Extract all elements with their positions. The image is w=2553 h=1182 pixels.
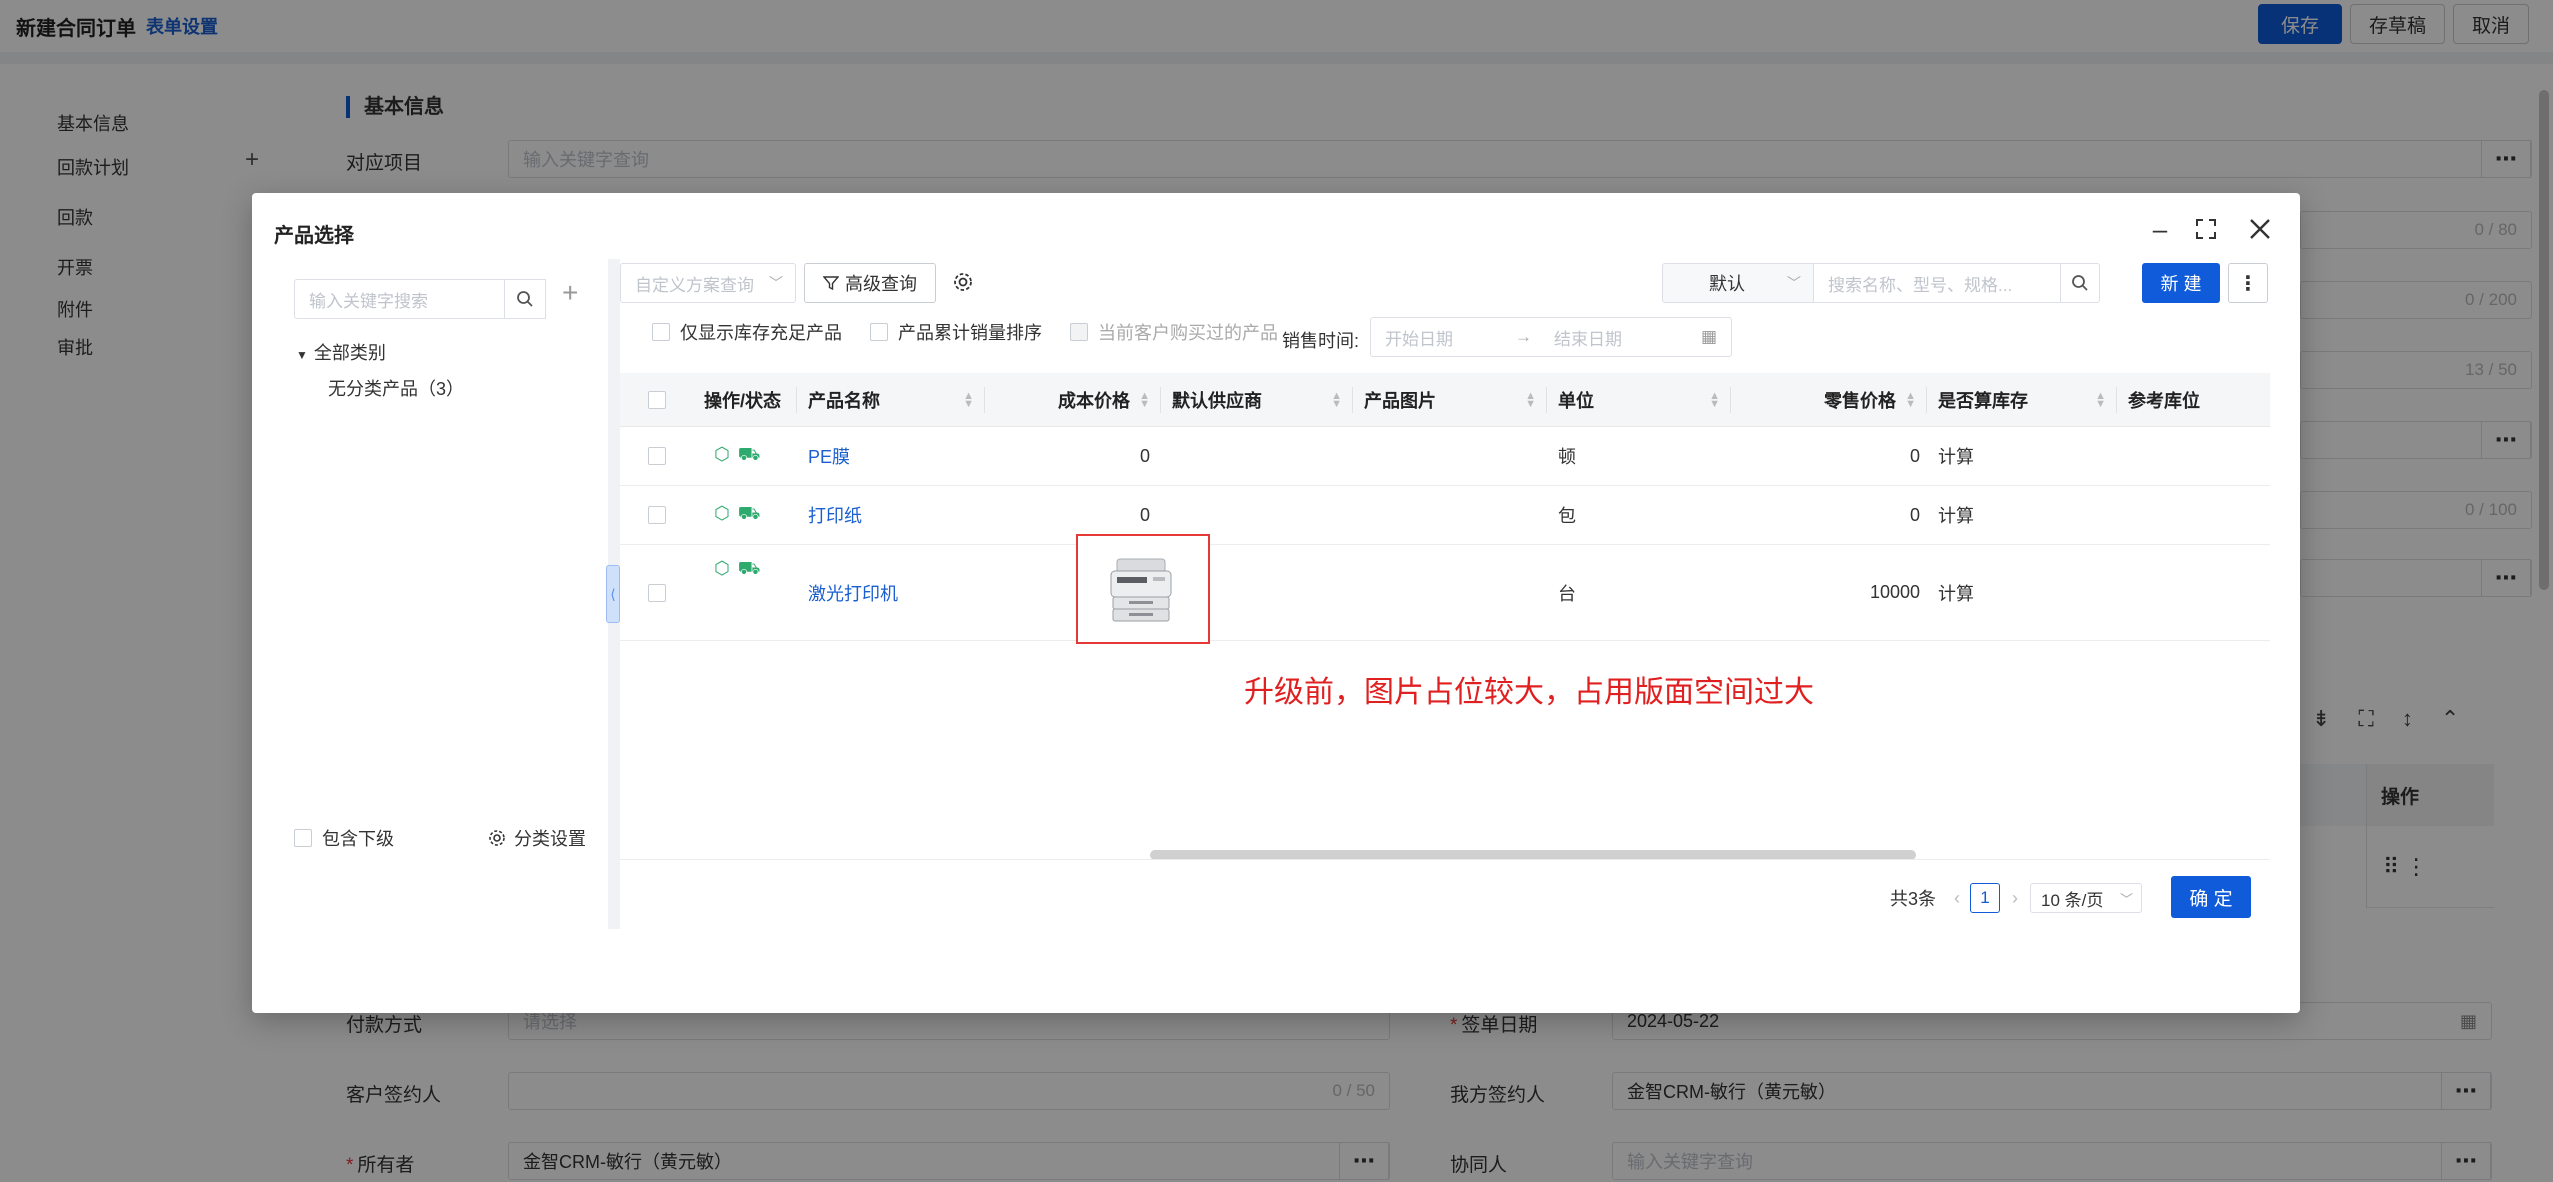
- close-icon[interactable]: [2242, 211, 2278, 247]
- sort-select[interactable]: 默认 ﹀: [1662, 263, 1814, 303]
- retail-cell: 10000: [1869, 582, 1920, 602]
- status-icons[interactable]: ⬡ ⛟: [714, 427, 760, 485]
- custom-query-select[interactable]: 自定义方案查询 ﹀: [620, 263, 796, 303]
- unit-cell: 包: [1558, 506, 1576, 526]
- product-table: 操作/状态 产品名称 ▲ ▼ 成本价格 ▲ ▼ 默认供应商 ▲ ▼ 产品图片 ▲ ▼ 单位 ▲ ▼ …: [620, 373, 2270, 641]
- tree-node-uncategorized[interactable]: 无分类产品（3）: [328, 375, 464, 401]
- product-image-highlight[interactable]: [1076, 534, 1210, 644]
- table-row[interactable]: ⬡ ⛟ 打印纸 0 包 0 计算: [620, 486, 2270, 545]
- collapse-panel-handle[interactable]: ⟨: [606, 565, 620, 623]
- table-row[interactable]: ⬡⛟ 激光打印机 5000 台 10000 计算: [620, 545, 2270, 641]
- column-setting-gear-icon[interactable]: [952, 271, 974, 298]
- product-name-link[interactable]: 打印纸: [808, 486, 862, 544]
- sort-icon: ▲ ▼: [1905, 390, 1916, 410]
- printer-image: [1110, 558, 1172, 622]
- sales-sort-checkbox[interactable]: 产品累计销量排序: [870, 319, 1042, 345]
- total-count: 共3条: [1890, 889, 1937, 909]
- col-location: 参考库位: [2128, 391, 2200, 411]
- sale-time-label: 销售时间:: [1282, 331, 1360, 351]
- truck-icon: ⛟: [737, 503, 761, 523]
- prev-page-icon[interactable]: ‹: [1954, 888, 1960, 909]
- purchased-checkbox[interactable]: 当前客户购买过的产品: [1070, 319, 1278, 345]
- cube-icon: ⬡: [714, 558, 730, 578]
- sort-icon: ▲ ▼: [963, 390, 974, 410]
- row-checkbox[interactable]: [648, 427, 666, 485]
- table-row[interactable]: ⬡ ⛟ PE膜 0 顿 0 计算: [620, 427, 2270, 486]
- unit-cell: 顿: [1558, 447, 1576, 467]
- stock-cell: 计算: [1938, 447, 1974, 467]
- sort-icon: ▲ ▼: [1139, 390, 1150, 410]
- col-unit[interactable]: 单位 ▲ ▼: [1558, 373, 1730, 427]
- product-select-modal: 产品选择 – 输入关键字搜索 + ▼ 全部类别 无分类产品（3） 包含下级 分类设…: [252, 193, 2300, 1013]
- sale-date-range[interactable]: 开始日期 → 结束日期 ▦: [1370, 317, 1732, 357]
- chevron-down-icon: ﹀: [1787, 275, 1801, 291]
- page-size-select[interactable]: 10 条/页 ﹀: [2030, 883, 2143, 913]
- stock-only-checkbox[interactable]: 仅显示库存充足产品: [652, 319, 842, 345]
- table-header: 操作/状态 产品名称 ▲ ▼ 成本价格 ▲ ▼ 默认供应商 ▲ ▼ 产品图片 ▲ ▼ 单位 ▲ ▼ …: [620, 373, 2270, 427]
- tree-node-all[interactable]: ▼ 全部类别: [296, 339, 386, 365]
- col-status: 操作/状态: [704, 391, 782, 411]
- unit-cell: 台: [1558, 583, 1576, 604]
- minimize-icon[interactable]: –: [2142, 211, 2178, 247]
- category-setting-button[interactable]: 分类设置: [488, 825, 586, 851]
- filter-icon: [823, 276, 839, 291]
- include-sub-checkbox[interactable]: 包含下级: [294, 825, 394, 851]
- select-all-checkbox[interactable]: [648, 373, 666, 427]
- modal-title: 产品选择: [274, 225, 354, 247]
- row-checkbox[interactable]: [648, 545, 666, 640]
- fullscreen-icon[interactable]: [2188, 211, 2224, 247]
- next-page-icon[interactable]: ›: [2012, 888, 2018, 909]
- cube-icon: ⬡: [714, 444, 730, 464]
- add-category-icon[interactable]: +: [562, 277, 578, 309]
- row-checkbox[interactable]: [648, 486, 666, 544]
- calendar-icon: ▦: [1700, 327, 1717, 346]
- filter-row: 仅显示库存充足产品 产品累计销量排序 当前客户购买过的产品: [652, 319, 1306, 345]
- chevron-down-icon: ﹀: [769, 275, 783, 291]
- product-search-input[interactable]: 搜索名称、型号、规格...: [1813, 263, 2061, 303]
- new-product-button[interactable]: 新 建: [2142, 263, 2220, 303]
- col-stock[interactable]: 是否算库存 ▲ ▼: [1938, 373, 2116, 427]
- product-search-icon[interactable]: [2060, 263, 2100, 303]
- category-search-icon[interactable]: [504, 279, 546, 319]
- arrow-right-icon: →: [1515, 327, 1532, 346]
- col-retail[interactable]: 零售价格 ▲ ▼: [1736, 373, 1926, 427]
- cost-cell: 0: [1139, 445, 1150, 466]
- footer-divider: [620, 859, 2270, 860]
- checkbox[interactable]: [294, 829, 312, 847]
- category-search-input[interactable]: 输入关键字搜索: [294, 279, 504, 319]
- status-icons[interactable]: ⬡ ⛟: [714, 486, 760, 544]
- col-supplier[interactable]: 默认供应商 ▲ ▼: [1172, 373, 1352, 427]
- chevron-down-icon: ﹀: [2120, 891, 2134, 907]
- sort-icon: ▲ ▼: [2095, 390, 2106, 410]
- advanced-query-button[interactable]: 高级查询: [804, 263, 936, 303]
- stock-cell: 计算: [1938, 583, 1974, 604]
- pagination: 共3条 ‹ 1 › 10 条/页 ﹀: [1890, 883, 2143, 913]
- retail-cell: 0: [1909, 445, 1920, 466]
- sort-icon: ▲ ▼: [1525, 390, 1536, 410]
- more-vertical-icon[interactable]: ⋮: [2228, 263, 2268, 303]
- col-name[interactable]: 产品名称 ▲ ▼: [808, 373, 984, 427]
- product-name-link[interactable]: 激光打印机: [808, 545, 898, 640]
- status-icons[interactable]: ⬡ ⛟: [714, 545, 760, 595]
- stock-cell: 计算: [1938, 506, 1974, 526]
- truck-icon: ⛟: [737, 444, 761, 464]
- page-number[interactable]: 1: [1970, 883, 2001, 913]
- sort-icon: ▲ ▼: [1331, 390, 1342, 410]
- cube-icon: ⬡: [714, 503, 730, 523]
- truck-icon: ⛟: [737, 558, 761, 578]
- product-name-link[interactable]: PE膜: [808, 427, 850, 485]
- caret-down-icon[interactable]: ▼: [296, 348, 308, 362]
- col-image[interactable]: 产品图片 ▲ ▼: [1364, 373, 1546, 427]
- retail-cell: 0: [1909, 504, 1920, 525]
- annotation-text: 升级前，图片占位较大，占用版面空间过大: [1244, 676, 1814, 709]
- gear-icon: [489, 830, 505, 846]
- sort-icon: ▲ ▼: [1709, 390, 1720, 410]
- col-cost[interactable]: 成本价格 ▲ ▼: [990, 373, 1160, 427]
- confirm-button[interactable]: 确 定: [2171, 876, 2251, 918]
